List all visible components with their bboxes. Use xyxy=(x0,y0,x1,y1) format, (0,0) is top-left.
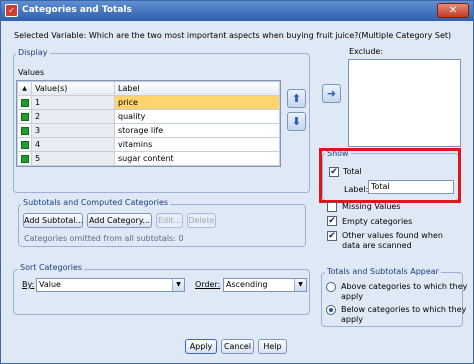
order-value: Ascending xyxy=(226,280,268,289)
exclude-label: Exclude: xyxy=(349,47,384,56)
category-icon xyxy=(20,126,29,135)
row-label[interactable]: storage life xyxy=(114,123,280,138)
above-label-line2: apply xyxy=(341,292,364,301)
chevron-down-icon: ▼ xyxy=(172,279,184,291)
close-button[interactable]: ✕ xyxy=(437,3,469,18)
row-label[interactable]: sugar content xyxy=(114,151,280,166)
row-value: 4 xyxy=(31,137,115,152)
subtotals-legend: Subtotals and Computed Categories xyxy=(21,198,171,207)
arrow-up-icon: ⬆ xyxy=(291,92,302,105)
missing-values-checkbox[interactable] xyxy=(327,202,337,212)
chevron-down-icon: ▼ xyxy=(294,279,306,291)
table-header: ▲ Value(s) Label xyxy=(17,81,280,96)
below-label-line1: Below categories to which they xyxy=(341,305,467,314)
missing-values-label: Missing Values xyxy=(342,202,401,211)
selected-variable-text: Selected Variable: Which are the two mos… xyxy=(14,31,452,40)
above-label-line1: Above categories to which they xyxy=(341,282,468,291)
column-header-label[interactable]: Label xyxy=(114,81,280,96)
other-values-label-line2: data are scanned xyxy=(342,241,412,250)
table-row[interactable]: 4 vitamins xyxy=(17,137,280,152)
add-category-button[interactable]: Add Category... xyxy=(87,213,152,228)
other-values-label-line1: Other values found when xyxy=(342,231,443,240)
display-legend: Display xyxy=(16,48,50,57)
cancel-button[interactable]: Cancel xyxy=(221,339,254,354)
help-button[interactable]: Help xyxy=(258,339,287,354)
row-label[interactable]: quality xyxy=(114,109,280,124)
delete-button[interactable]: Delete xyxy=(187,213,216,228)
values-table: ▲ Value(s) Label 1 price 2 quality 3 sto… xyxy=(16,80,281,167)
table-row[interactable]: 5 sugar content xyxy=(17,151,280,166)
category-icon xyxy=(20,140,29,149)
category-icon xyxy=(20,112,29,121)
above-radio[interactable] xyxy=(326,282,336,292)
categories-totals-dialog: ✓ Categories and Totals ✕ Selected Varia… xyxy=(0,0,474,364)
sort-by-label: By: xyxy=(22,280,35,289)
values-label: Values xyxy=(18,68,45,77)
category-icon xyxy=(20,154,29,163)
window-title: Categories and Totals xyxy=(22,5,132,15)
row-label[interactable]: price xyxy=(114,95,280,110)
below-label-line2: apply xyxy=(341,315,364,324)
apply-button[interactable]: Apply xyxy=(185,339,217,354)
table-row[interactable]: 1 price xyxy=(17,95,280,110)
table-row[interactable]: 3 storage life xyxy=(17,123,280,138)
other-values-checkbox[interactable]: ✔ xyxy=(327,231,337,241)
edit-button[interactable]: Edit... xyxy=(156,213,183,228)
exclude-list[interactable] xyxy=(348,59,461,147)
highlight-box xyxy=(319,148,461,203)
row-value: 1 xyxy=(31,95,115,110)
row-header-corner: ▲ xyxy=(17,81,32,96)
empty-categories-checkbox[interactable]: ✔ xyxy=(327,216,337,226)
below-radio[interactable] xyxy=(326,305,336,315)
row-value: 2 xyxy=(31,109,115,124)
move-up-button[interactable]: ⬆ xyxy=(287,89,306,108)
order-select[interactable]: Ascending ▼ xyxy=(223,278,307,292)
arrow-right-icon: ➜ xyxy=(326,87,337,100)
totals-appear-legend: Totals and Subtotals Appear xyxy=(325,267,441,276)
row-value: 5 xyxy=(31,151,115,166)
order-label: Order: xyxy=(195,280,221,289)
empty-categories-label: Empty categories xyxy=(342,217,413,226)
arrow-down-icon: ⬇ xyxy=(291,115,302,128)
move-to-exclude-button[interactable]: ➜ xyxy=(322,84,341,103)
move-down-button[interactable]: ⬇ xyxy=(287,112,306,131)
row-value: 3 xyxy=(31,123,115,138)
table-row[interactable]: 2 quality xyxy=(17,109,280,124)
title-bar: ✓ Categories and Totals ✕ xyxy=(1,1,473,21)
category-icon xyxy=(20,98,29,107)
sort-group xyxy=(13,269,310,315)
omitted-categories-note: Categories omitted from all subtotals: 0 xyxy=(24,234,184,243)
sort-legend: Sort Categories xyxy=(18,263,85,272)
column-header-values[interactable]: Value(s) xyxy=(31,81,115,96)
row-label[interactable]: vitamins xyxy=(114,137,280,152)
spss-icon: ✓ xyxy=(5,4,18,17)
add-subtotal-button[interactable]: Add Subtotal... xyxy=(23,213,83,228)
sort-by-value: Value xyxy=(39,280,61,289)
sort-by-select[interactable]: Value ▼ xyxy=(36,278,185,292)
